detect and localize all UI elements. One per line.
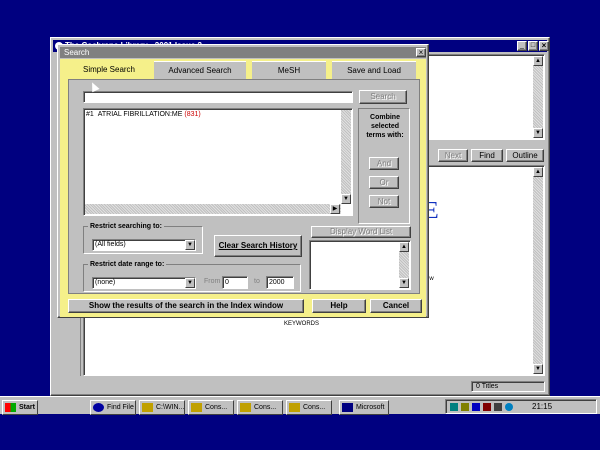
maximize-button[interactable]: □ bbox=[528, 41, 538, 51]
search-panel: Search #1 ATRIAL FIBRILLATION:ME (831) ▼… bbox=[68, 79, 420, 294]
scroll-up-icon[interactable]: ▲ bbox=[533, 56, 543, 66]
close-button[interactable]: × bbox=[539, 41, 549, 51]
taskbar: Start Find File C:\WIN... Cons... Cons..… bbox=[0, 396, 600, 415]
index-scrollbar[interactable] bbox=[533, 56, 543, 138]
tray-icon[interactable] bbox=[472, 403, 480, 411]
display-word-list-button[interactable]: Display Word List bbox=[311, 226, 411, 238]
combine-panel: Combine selected terms with: And Or Not bbox=[358, 108, 410, 224]
tab-advanced-search[interactable]: Advanced Search bbox=[154, 61, 246, 79]
history-hscroll[interactable] bbox=[85, 204, 341, 214]
taskbar-item-find-file[interactable]: Find File bbox=[90, 400, 136, 415]
scroll-down-icon[interactable]: ▼ bbox=[341, 194, 351, 204]
taskbar-item-cons-1[interactable]: Cons... bbox=[188, 400, 234, 415]
folder-icon bbox=[142, 403, 153, 412]
scroll-up-icon[interactable]: ▲ bbox=[399, 242, 409, 252]
tray-icon[interactable] bbox=[505, 403, 513, 411]
scroll-right-icon[interactable]: ▶ bbox=[330, 204, 340, 214]
start-button[interactable]: Start bbox=[2, 400, 38, 415]
search-button[interactable]: Search bbox=[359, 90, 407, 104]
folder-icon bbox=[289, 403, 300, 412]
restrict-search-group: Restrict searching to: (All fields) ▼ bbox=[83, 223, 203, 254]
history-row[interactable]: #1 ATRIAL FIBRILLATION:ME (831) bbox=[86, 111, 201, 118]
dialog-body: Simple Search Advanced Search MeSH Save … bbox=[60, 59, 426, 317]
scroll-up-icon[interactable]: ▲ bbox=[533, 167, 543, 177]
dialog-title: Search bbox=[64, 48, 90, 57]
restrict-date-value: (none) bbox=[95, 279, 116, 286]
tab-mesh[interactable]: MeSH bbox=[252, 61, 326, 79]
history-number: #1 bbox=[86, 111, 94, 118]
tab-simple-search[interactable]: Simple Search bbox=[74, 61, 144, 79]
find-button[interactable]: Find bbox=[471, 149, 503, 162]
tray-icon[interactable] bbox=[461, 403, 469, 411]
scroll-down-icon[interactable]: ▼ bbox=[533, 364, 543, 374]
document-keywords: KEYWORDS bbox=[284, 321, 320, 327]
next-button[interactable]: Next bbox=[438, 149, 468, 162]
restrict-search-select[interactable]: (All fields) ▼ bbox=[92, 239, 196, 251]
dialog-titlebar[interactable]: Search × bbox=[60, 47, 426, 58]
word-list[interactable]: ▲ ▼ bbox=[309, 240, 411, 290]
scroll-down-icon[interactable]: ▼ bbox=[533, 128, 543, 138]
system-tray: 21:15 bbox=[445, 399, 597, 414]
window-icon bbox=[342, 403, 353, 412]
history-term: ATRIAL FIBRILLATION:ME bbox=[97, 111, 183, 118]
tab-save-and-load[interactable]: Save and Load bbox=[332, 61, 416, 79]
from-field[interactable]: 0 bbox=[222, 276, 248, 289]
scroll-down-icon[interactable]: ▼ bbox=[399, 278, 409, 288]
taskbar-item-win[interactable]: C:\WIN... bbox=[139, 400, 185, 415]
search-history-list[interactable]: #1 ATRIAL FIBRILLATION:ME (831) ▼ ▶ bbox=[83, 108, 353, 216]
clock[interactable]: 21:15 bbox=[532, 402, 552, 412]
find-icon bbox=[93, 403, 104, 412]
windows-logo-icon bbox=[5, 403, 16, 412]
restrict-date-group: Restrict date range to: (none) ▼ From 0 … bbox=[83, 261, 301, 292]
dialog-close-button[interactable]: × bbox=[416, 48, 426, 57]
history-count: (831) bbox=[184, 111, 201, 118]
chevron-down-icon[interactable]: ▼ bbox=[185, 278, 195, 288]
history-vscroll[interactable] bbox=[341, 110, 351, 204]
or-button[interactable]: Or bbox=[369, 176, 399, 189]
taskbar-item-cons-2[interactable]: Cons... bbox=[237, 400, 283, 415]
help-button[interactable]: Help bbox=[312, 299, 366, 313]
restrict-date-select[interactable]: (none) ▼ bbox=[92, 277, 196, 289]
status-bar: 0 Titles bbox=[53, 381, 547, 393]
from-label: From bbox=[204, 278, 221, 285]
status-panel: 0 Titles bbox=[471, 381, 545, 392]
not-button[interactable]: Not bbox=[369, 195, 399, 208]
chevron-down-icon[interactable]: ▼ bbox=[185, 240, 195, 250]
status-text: 0 Titles bbox=[476, 383, 499, 390]
tray-icon[interactable] bbox=[483, 403, 491, 411]
folder-icon bbox=[191, 403, 202, 412]
folder-icon bbox=[240, 403, 251, 412]
cancel-button[interactable]: Cancel bbox=[370, 299, 422, 313]
restrict-search-value: (All fields) bbox=[95, 241, 126, 248]
and-button[interactable]: And bbox=[369, 157, 399, 170]
document-scrollbar[interactable] bbox=[533, 167, 543, 374]
taskbar-item-microsoft[interactable]: Microsoft bbox=[339, 400, 389, 415]
minimize-button[interactable]: _ bbox=[517, 41, 527, 51]
to-field[interactable]: 2000 bbox=[266, 276, 294, 289]
clear-search-history-button[interactable]: Clear Search History bbox=[214, 235, 302, 257]
restrict-date-label: Restrict date range to: bbox=[88, 261, 167, 268]
search-input[interactable] bbox=[83, 91, 353, 103]
restrict-search-label: Restrict searching to: bbox=[88, 223, 164, 230]
tray-icon[interactable] bbox=[450, 403, 458, 411]
volume-icon[interactable] bbox=[494, 403, 502, 411]
taskbar-item-cons-3[interactable]: Cons... bbox=[286, 400, 332, 415]
show-results-button[interactable]: Show the results of the search in the In… bbox=[68, 299, 304, 313]
combine-label: Combine selected terms with: bbox=[366, 114, 404, 139]
to-label: to bbox=[254, 278, 260, 285]
outline-button[interactable]: Outline bbox=[506, 149, 544, 162]
search-dialog: Search × Simple Search Advanced Search M… bbox=[57, 44, 429, 318]
